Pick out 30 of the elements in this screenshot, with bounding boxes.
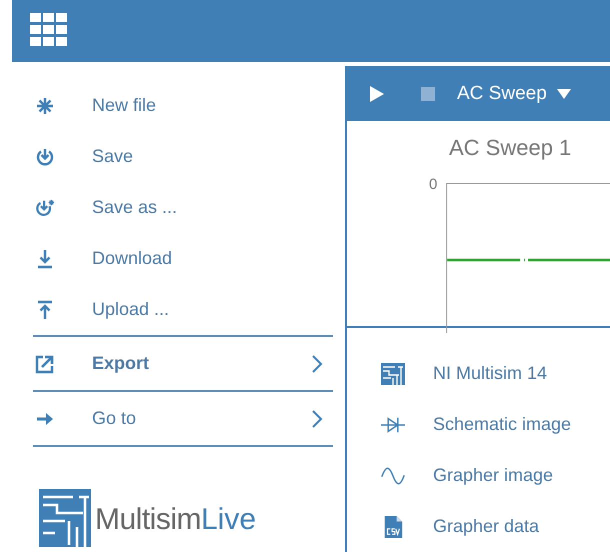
caret-icon <box>556 88 571 100</box>
analysis-dropdown[interactable]: AC Sweep <box>457 82 571 105</box>
export-menu-item[interactable]: NI Multisim 14 <box>381 348 610 399</box>
submenu-item[interactable]: Go to <box>33 390 333 447</box>
save-icon <box>35 146 55 166</box>
export-menu-item[interactable]: Schematic image <box>381 399 610 450</box>
logo-text: Multisim <box>95 503 201 537</box>
export-menu-item[interactable]: Grapher data <box>381 501 610 552</box>
export-icon <box>35 354 55 374</box>
sine-wave-icon <box>381 464 405 486</box>
logo-text: Live <box>201 503 256 537</box>
submenu-item[interactable]: Export <box>33 335 333 390</box>
upload-icon <box>35 300 55 320</box>
export-menu-item[interactable]: Grapher image <box>381 450 610 501</box>
axis-tick-label: 0 <box>429 176 438 194</box>
play-icon[interactable] <box>369 84 385 103</box>
menu-item[interactable]: Upload ... <box>33 284 333 335</box>
download-icon <box>35 248 55 268</box>
menu-item[interactable]: Save as ... <box>33 182 333 233</box>
multisim-icon <box>381 362 405 384</box>
chevron-right-icon <box>311 354 323 374</box>
chevron-right-icon <box>311 408 323 428</box>
graph-title: AC Sweep 1 <box>449 135 572 162</box>
menu-item[interactable]: Save <box>33 131 333 182</box>
logo-icon <box>39 489 91 547</box>
sparkle-icon <box>35 96 55 116</box>
menu-item[interactable]: Download <box>33 233 333 284</box>
save-as-icon <box>35 198 55 218</box>
menu-item[interactable]: New file <box>33 80 333 131</box>
apps-grid-icon[interactable] <box>30 13 68 49</box>
